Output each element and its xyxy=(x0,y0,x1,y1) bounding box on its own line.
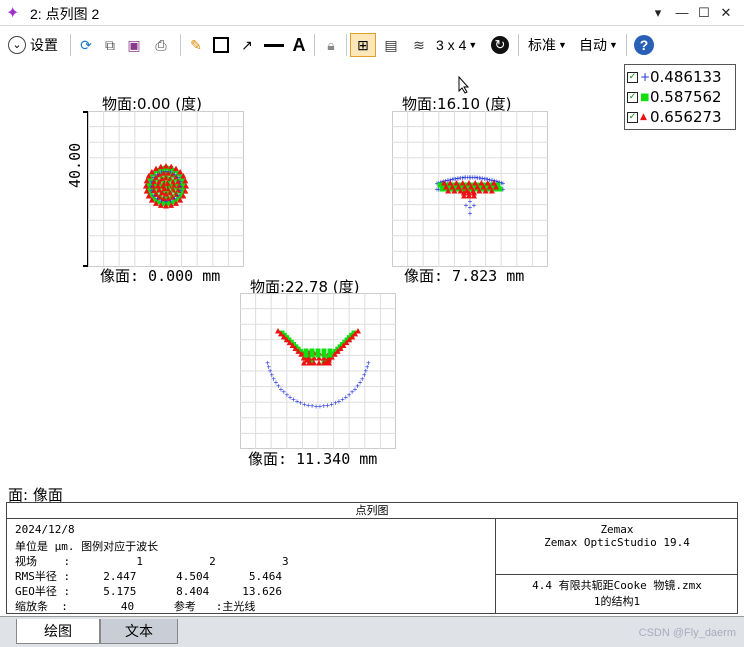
triangle-marker-icon: ▲ xyxy=(640,112,647,122)
mouse-cursor-icon xyxy=(458,76,470,94)
save-icon[interactable]: ▣ xyxy=(124,33,144,57)
arrow-icon[interactable]: ↗ xyxy=(236,33,258,57)
info-box: 点列图 2024/12/8 单位是 μm. 图例对应于波长 视场 : 1 2 3… xyxy=(6,502,738,614)
scale-bar-label: 40.00 xyxy=(66,142,84,188)
legend-row-2[interactable]: ✓ ■ 0.587562 xyxy=(627,87,722,107)
legend-value: 0.587562 xyxy=(650,88,722,106)
chevron-down-icon: ⌄ xyxy=(8,36,26,54)
ray-blue: + xyxy=(178,177,183,186)
lock-icon[interactable]: 🔒︎ xyxy=(320,33,342,57)
minimize-button[interactable]: — xyxy=(672,4,692,22)
info-scale: 缩放条 : 40 参考 :主光线 xyxy=(15,600,256,613)
plus-marker-icon: + xyxy=(640,70,651,84)
layout-label: 3 x 4 xyxy=(436,37,467,53)
bottom-tabs: 绘图 文本 xyxy=(0,616,744,647)
ray-blue: + xyxy=(159,196,164,205)
info-file: 4.4 有限共轭距Cooke 物镜.zmx xyxy=(532,579,702,592)
info-stats: 2024/12/8 单位是 μm. 图例对应于波长 视场 : 1 2 3 RMS… xyxy=(15,523,289,613)
checkbox-icon[interactable]: ✓ xyxy=(627,91,638,103)
text-icon[interactable]: A xyxy=(288,33,310,57)
ray-blue: + xyxy=(168,196,173,205)
standard-dropdown[interactable]: 标准 ▼ xyxy=(528,33,570,57)
info-product: Zemax OpticStudio 19.4 xyxy=(544,536,690,549)
plot-3-image-label: 像面: 11.340 mm xyxy=(248,450,378,468)
auto-dropdown[interactable]: 自动 ▼ xyxy=(579,33,621,57)
legend-row-1[interactable]: ✓ + 0.486133 xyxy=(627,67,722,87)
info-geo: GEO半径 : 5.175 8.404 13.626 xyxy=(15,585,283,598)
ray-blue: + xyxy=(472,201,477,210)
ray-green xyxy=(327,352,333,358)
pencil-icon[interactable]: ✎ xyxy=(186,33,206,57)
info-units: 单位是 μm. 图例对应于波长 xyxy=(15,540,159,553)
ray-green xyxy=(321,352,327,358)
toolbar: ⌄ 设置 ⟳ ⧉ ▣ ⎙ ✎ ↗ A 🔒︎ ⊞ ▤ ≋ 3 x 4 ▼ ↻ 标准 ▼… xyxy=(0,30,744,60)
window-title: 2: 点列图 2 xyxy=(30,6,100,22)
watermark: CSDN @Fly_daerm xyxy=(638,627,736,639)
checkbox-icon[interactable]: ✓ xyxy=(627,111,638,123)
ray-green xyxy=(315,352,321,358)
copy-icon[interactable]: ⧉ xyxy=(100,33,120,57)
settings-button[interactable]: ⌄ 设置 xyxy=(8,33,68,57)
ray-green xyxy=(309,352,315,358)
close-button[interactable]: ✕ xyxy=(716,4,736,22)
plot-2-image-label: 像面: 7.823 mm xyxy=(404,267,525,285)
info-title: 点列图 xyxy=(7,503,737,519)
settings-label: 设置 xyxy=(30,37,58,53)
layout-dropdown[interactable]: 3 x 4 ▼ xyxy=(436,33,484,57)
app-icon: ✦ xyxy=(6,5,20,22)
standard-label: 标准 xyxy=(528,37,556,53)
auto-label: 自动 xyxy=(579,37,607,53)
maximize-button[interactable]: ☐ xyxy=(694,4,714,22)
spot-diagram-field-2: ++++++++++++++++++++++++++++++++++++++++… xyxy=(392,111,548,267)
title-bar: ✦ 2: 点列图 2 ▾ — ☐ ✕ xyxy=(0,0,744,26)
print-icon[interactable]: ⎙ xyxy=(150,33,172,57)
wavelength-legend: ✓ + 0.486133 ✓ ■ 0.587562 ✓ ▲ 0.656273 xyxy=(624,64,736,130)
ray-green xyxy=(303,352,309,358)
window-layout-icon[interactable]: ▤ xyxy=(380,33,402,57)
ray-blue: + xyxy=(366,358,371,367)
ray-blue: + xyxy=(172,194,177,203)
plot-1-image-label: 像面: 0.000 mm xyxy=(100,267,221,285)
tab-plot[interactable]: 绘图 xyxy=(16,619,100,644)
square-marker-icon: ■ xyxy=(640,91,650,103)
spot-diagram-field-3: ++++++++++++++ + + + + + + + + ++++++++++++++ xyxy=(240,293,396,449)
ray-blue: + xyxy=(464,201,469,210)
info-product-box: Zemax Zemax OpticStudio 19.4 4.4 有限共轭距Co… xyxy=(495,519,738,613)
ray-blue: + xyxy=(468,209,473,218)
refresh-icon[interactable]: ⟳ xyxy=(76,33,96,57)
layers-icon[interactable]: ≋ xyxy=(408,33,430,57)
legend-value: 0.656273 xyxy=(650,108,722,126)
help-icon[interactable]: ? xyxy=(632,33,656,57)
info-field: 视场 : 1 2 3 xyxy=(15,555,289,568)
info-company: Zemax xyxy=(600,523,634,536)
info-date: 2024/12/8 xyxy=(15,523,75,536)
legend-value: 0.486133 xyxy=(650,68,722,86)
rotate-icon[interactable]: ↻ xyxy=(488,33,512,57)
line-icon[interactable] xyxy=(262,33,286,57)
info-config: 1的结构1 xyxy=(593,595,641,608)
ray-blue: + xyxy=(164,197,169,206)
rectangle-icon[interactable] xyxy=(210,33,232,57)
menu-dropdown-icon[interactable]: ▾ xyxy=(648,4,668,22)
info-rms: RMS半径 : 2.447 4.504 5.464 xyxy=(15,570,283,583)
checkbox-icon[interactable]: ✓ xyxy=(627,71,638,83)
tab-text[interactable]: 文本 xyxy=(100,619,178,644)
spot-diagram-field-1: ++++++++++++++ + + + +++ xyxy=(88,111,244,267)
grid-toggle-icon[interactable]: ⊞ xyxy=(350,33,376,57)
legend-row-3[interactable]: ✓ ▲ 0.656273 xyxy=(627,107,722,127)
